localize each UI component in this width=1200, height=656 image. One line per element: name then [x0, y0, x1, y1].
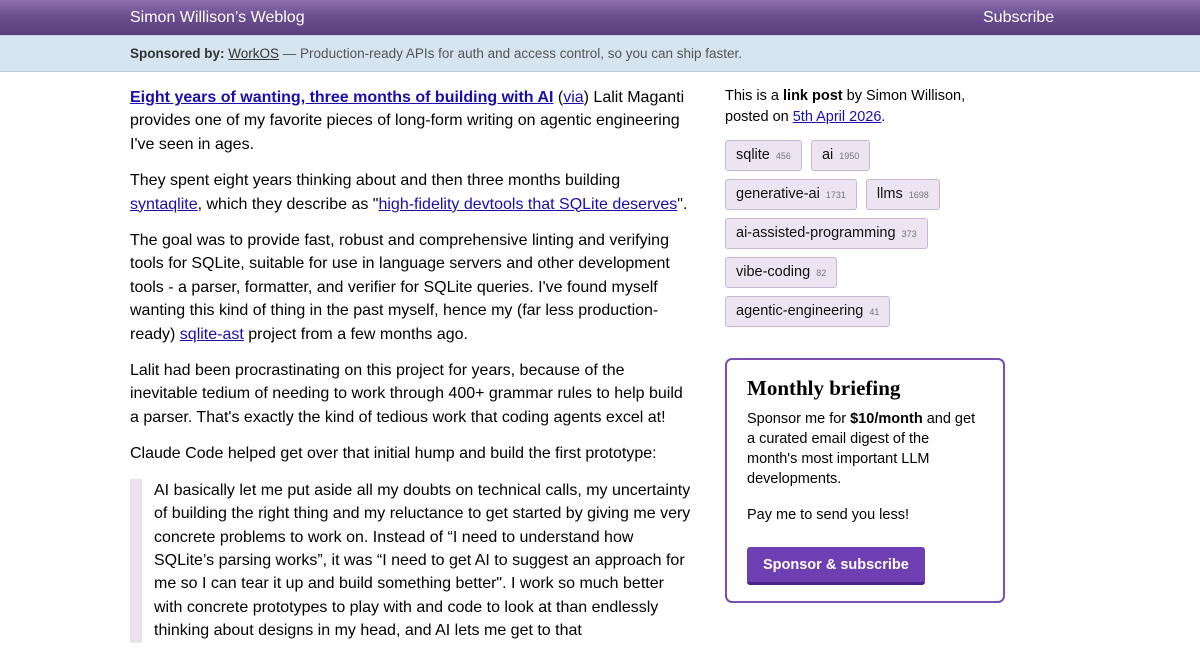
quote-block: AI basically let me put aside all my dou… — [130, 478, 695, 643]
tag-vibe-coding[interactable]: vibe-coding 82 — [725, 257, 838, 288]
tag-list: sqlite 456 ai 1950 generative-ai 1731 ll… — [725, 140, 1010, 335]
briefing-text: Sponsor me for $10/month and get a curat… — [747, 409, 983, 489]
devtools-link[interactable]: high-fidelity devtools that SQLite deser… — [378, 196, 677, 213]
tag-count: 41 — [869, 307, 880, 317]
tag-count: 1731 — [825, 190, 846, 200]
post-paragraph-3: The goal was to provide fast, robust and… — [130, 229, 695, 346]
tag-count: 1950 — [839, 151, 860, 161]
tag-count: 82 — [816, 268, 827, 278]
quote-text: AI basically let me put aside all my dou… — [154, 481, 691, 640]
briefing-text-a: Sponsor me for — [747, 411, 851, 427]
tag-name: sqlite — [736, 147, 770, 163]
tag-name: ai-assisted-programming — [736, 225, 896, 241]
post-p3-text-b: project from a few months ago. — [243, 325, 468, 343]
tag-agentic-engineering[interactable]: agentic-engineering 41 — [725, 296, 891, 327]
tag-generative-ai[interactable]: generative-ai 1731 — [725, 179, 857, 210]
post-p2-text-c: ". — [677, 195, 688, 213]
post-paragraph-4: Lalit had been procrastinating on this p… — [130, 362, 683, 426]
post-title-link[interactable]: Eight years of wanting, three months of … — [130, 89, 553, 106]
post-meta: This is a link post by Simon Willison, p… — [725, 86, 1010, 128]
sponsor-label: Sponsored by: — [130, 46, 225, 61]
briefing-price: $10/month — [850, 411, 923, 427]
sponsor-subscribe-button[interactable]: Sponsor & subscribe — [747, 547, 925, 585]
syntaqlite-link[interactable]: syntaqlite — [130, 196, 198, 213]
post-paragraph-2: They spent eight years thinking about an… — [130, 169, 695, 216]
tag-name: agentic-engineering — [736, 303, 864, 319]
sidebar: This is a link post by Simon Willison, p… — [725, 86, 1010, 603]
tag-sqlite[interactable]: sqlite 456 — [725, 140, 802, 171]
briefing-title: Monthly briefing — [747, 376, 901, 400]
sponsor-link[interactable]: WorkOS — [228, 46, 279, 61]
meta-text-c: . — [881, 109, 886, 125]
post-content: Eight years of wanting, three months of … — [130, 86, 695, 656]
briefing-text-2: Pay me to send you less! — [747, 507, 909, 523]
tag-name: llms — [876, 186, 903, 202]
sponsor-text: — Production-ready APIs for auth and acc… — [279, 46, 743, 61]
subscribe-link[interactable]: Subscribe — [983, 9, 1054, 27]
meta-link-post: link post — [783, 88, 843, 104]
post-p2-text-b: , which they describe as " — [197, 195, 379, 213]
monthly-briefing-box: Monthly briefing Sponsor me for $10/mont… — [725, 358, 1005, 603]
via-link[interactable]: via — [563, 89, 583, 106]
site-title[interactable]: Simon Willison’s Weblog — [130, 9, 305, 27]
post-paragraph-1: Eight years of wanting, three months of … — [130, 89, 685, 153]
post-date-link[interactable]: 5th April 2026 — [793, 109, 882, 125]
site-header: Simon Willison’s Weblog Subscribe — [0, 0, 1200, 35]
tag-llms[interactable]: llms 1698 — [865, 179, 940, 210]
tag-name: generative-ai — [736, 186, 820, 202]
tag-count: 373 — [901, 229, 917, 239]
sponsor-banner: Sponsored by: WorkOS — Production-ready … — [0, 35, 1200, 72]
sqlite-ast-link[interactable]: sqlite-ast — [180, 326, 244, 343]
tag-name: ai — [821, 147, 834, 163]
tag-ai-assisted-programming[interactable]: ai-assisted-programming 373 — [725, 218, 928, 249]
tag-count: 1698 — [908, 190, 929, 200]
tag-ai[interactable]: ai 1950 — [810, 140, 871, 171]
post-p2-text-a: They spent eight years thinking about an… — [130, 172, 621, 190]
post-paragraph-5: Claude Code helped get over that initial… — [130, 445, 657, 463]
tag-count: 456 — [775, 151, 791, 161]
tag-name: vibe-coding — [736, 264, 811, 280]
meta-text-a: This is a — [725, 88, 784, 104]
